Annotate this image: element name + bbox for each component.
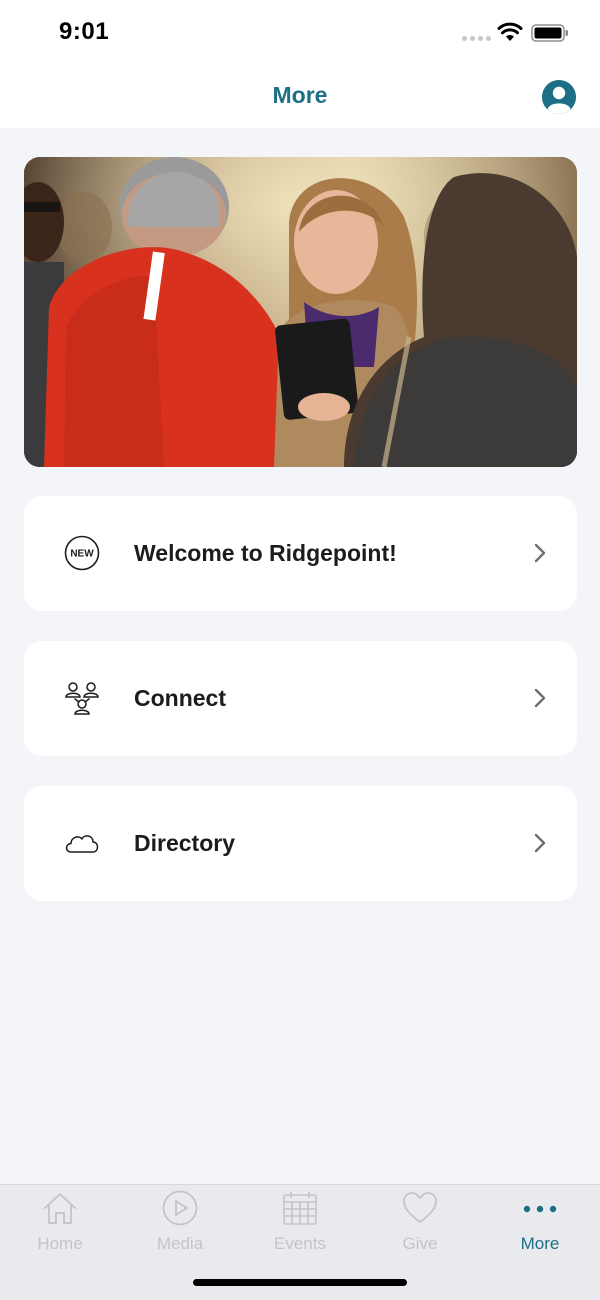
battery-icon <box>531 24 568 42</box>
menu-item-directory[interactable]: Directory <box>24 786 577 901</box>
chevron-right-icon <box>534 688 546 708</box>
hero-image <box>24 157 577 467</box>
menu-item-label: Connect <box>134 685 226 711</box>
house-icon <box>44 1193 76 1224</box>
home-indicator[interactable] <box>193 1279 407 1286</box>
tab-label: Events <box>274 1234 326 1253</box>
people-group-icon <box>65 682 99 715</box>
calendar-icon <box>283 1192 317 1225</box>
person-circle-icon <box>542 80 576 114</box>
heart-icon <box>403 1192 437 1223</box>
page-title: More <box>272 82 328 108</box>
tab-label: Give <box>402 1234 438 1253</box>
navigation-bar: More <box>0 66 600 128</box>
status-bar: 9:01 <box>0 0 600 66</box>
tab-label: Media <box>156 1234 204 1253</box>
status-time: 9:01 <box>59 18 110 45</box>
tab-label: Home <box>37 1234 83 1253</box>
cloud-icon <box>65 835 99 853</box>
tab-events[interactable]: Events <box>240 1185 360 1265</box>
tab-more[interactable]: More <box>480 1185 600 1265</box>
tab-give[interactable]: Give <box>360 1185 480 1265</box>
people-greeting-photo <box>24 157 577 467</box>
tab-home[interactable]: Home <box>0 1185 120 1265</box>
chevron-right-icon <box>534 543 546 563</box>
wifi-icon <box>497 22 523 41</box>
menu-item-label: Directory <box>134 830 235 856</box>
tab-media[interactable]: Media <box>120 1185 240 1265</box>
cellular-signal-icon <box>462 36 491 41</box>
menu-item-welcome[interactable]: NEW Welcome to Ridgepoint! <box>24 496 577 611</box>
profile-button[interactable] <box>542 80 576 114</box>
more-dots-icon <box>523 1205 557 1213</box>
chevron-right-icon <box>534 833 546 853</box>
new-badge-text: NEW <box>70 549 94 560</box>
menu-item-connect[interactable]: Connect <box>24 641 577 756</box>
menu-item-label: Welcome to Ridgepoint! <box>134 540 397 566</box>
new-badge-icon: NEW <box>64 535 100 571</box>
tab-label: More <box>520 1234 560 1253</box>
play-circle-icon <box>162 1190 198 1226</box>
